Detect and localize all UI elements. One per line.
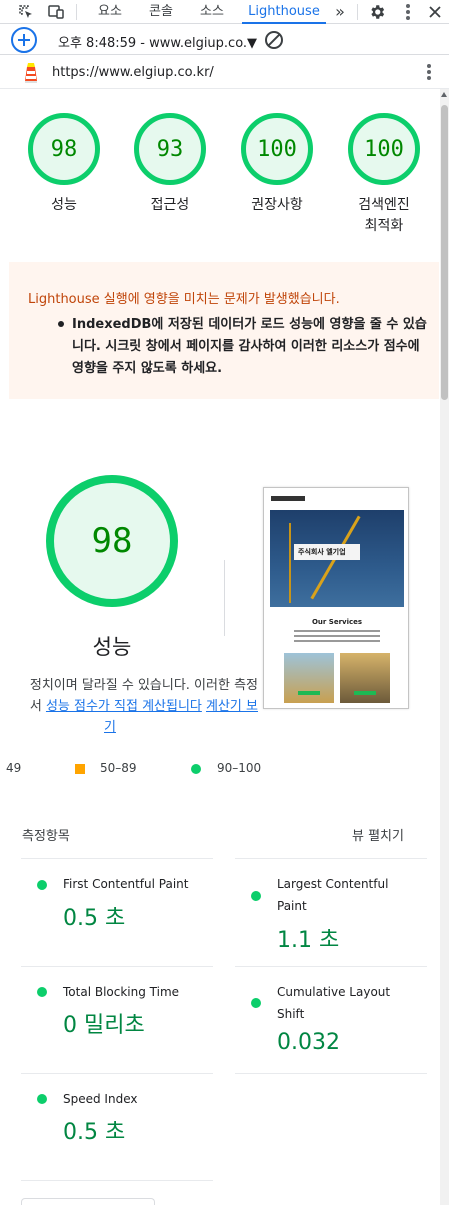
metric-si-name: Speed Index — [63, 1092, 138, 1106]
scrollbar-thumb[interactable] — [441, 105, 448, 400]
gauge-label-performance: 성능 — [51, 197, 77, 213]
divider — [235, 966, 427, 967]
report-url-bar: https://www.elgiup.co.kr/ — [0, 56, 449, 89]
thumb-button — [354, 691, 376, 695]
metric-pass-icon — [37, 1094, 47, 1104]
devtools-menu-icon[interactable] — [406, 4, 410, 22]
device-toolbar-icon[interactable] — [46, 2, 66, 22]
warning-title: Lighthouse 실행에 영향을 미치는 문제가 발생했습니다. — [28, 292, 340, 307]
thumb-text-line — [294, 635, 380, 637]
metric-pass-icon — [251, 891, 261, 901]
lighthouse-toolbar: 오후 8:48:59 - www.elgiup.co.▼ — [0, 25, 449, 55]
score-calculation-link[interactable]: 성능 점수가 직접 계산됩니다 — [46, 699, 202, 714]
divider — [235, 858, 427, 859]
warning-item: IndexedDB에 저장된 데이터가 로드 성능에 영향을 줄 수 있습니다.… — [72, 317, 427, 376]
thumb-crane — [289, 523, 291, 603]
final-screenshot-thumbnail[interactable]: 주식회사 엘기업 Our Services — [263, 487, 409, 709]
gauge-seo[interactable]: 100 — [348, 113, 420, 185]
new-report-button[interactable] — [11, 27, 37, 53]
thumb-button — [298, 691, 320, 695]
scroll-up-icon[interactable] — [441, 92, 447, 97]
metric-si-value: 0.5 초 — [63, 1120, 126, 1145]
gauge-best-practices[interactable]: 100 — [241, 113, 313, 185]
legend-pass-icon — [191, 764, 201, 774]
report-menu-icon[interactable] — [427, 64, 431, 82]
more-tabs-icon[interactable]: » — [330, 0, 350, 24]
desc-line2: 서 성능 점수가 직접 계산됩니다 계산기 보 — [30, 696, 258, 717]
metric-pass-icon — [37, 987, 47, 997]
thumb-logo — [271, 496, 305, 501]
performance-score-gauge: 98 — [46, 475, 178, 607]
thumb-service-image — [340, 653, 390, 703]
divider — [21, 966, 213, 967]
divider — [235, 1073, 427, 1074]
thumb-text-line — [294, 640, 380, 642]
metric-tbt-value: 0 밀리초 — [63, 1013, 145, 1038]
performance-title: 성능 — [92, 635, 132, 659]
calculator-link-cont[interactable]: 기 — [104, 717, 116, 737]
divider — [21, 1180, 213, 1181]
treemap-button[interactable] — [21, 1198, 155, 1205]
thumb-service-image — [284, 653, 334, 703]
tab-sources[interactable]: 소스 — [188, 0, 236, 24]
inspect-element-icon[interactable] — [16, 2, 36, 22]
toolbar-separator — [357, 4, 358, 20]
metric-fcp-value: 0.5 초 — [63, 906, 126, 931]
gauge-label-accessibility: 접근성 — [150, 197, 190, 213]
legend-fail-label: 49 — [6, 761, 22, 775]
divider — [21, 858, 213, 859]
warning-box: Lighthouse 실행에 영향을 미치는 문제가 발생했습니다. Index… — [9, 262, 439, 399]
desc-prefix: 서 — [29, 699, 46, 714]
metric-tbt-name: Total Blocking Time — [63, 985, 180, 999]
gauge-label-best-practices: 권장사항 — [251, 197, 303, 213]
divider — [21, 1073, 213, 1074]
metric-lcp-name: Largest Contentful Paint — [277, 877, 389, 913]
metric-fcp-name: First Contentful Paint — [63, 877, 189, 891]
close-devtools-icon[interactable] — [425, 2, 445, 22]
tab-console[interactable]: 콘솔 — [137, 0, 185, 24]
metric-pass-icon — [251, 998, 261, 1008]
thumb-services-heading: Our Services — [311, 618, 363, 626]
thumb-brand: 주식회사 엘기업 — [298, 548, 346, 556]
metric-lcp-value: 1.1 초 — [277, 928, 340, 953]
legend-average-icon — [75, 764, 85, 774]
desc-line1: 정치이며 달라질 수 있습니다. 이러한 측정 — [29, 678, 258, 693]
clear-reports-icon[interactable] — [265, 31, 283, 49]
metric-pass-icon — [37, 880, 47, 890]
bullet — [58, 321, 64, 327]
devtools-tabbar: 요소 콘솔 소스 Lighthouse » — [0, 0, 449, 24]
metric-cls-value: 0.032 — [277, 1030, 340, 1055]
performance-description: 정치이며 달라질 수 있습니다. 이러한 측정 서 성능 점수가 직접 계산됩니… — [0, 675, 262, 737]
lighthouse-logo-icon — [22, 61, 40, 87]
gauge-accessibility[interactable]: 93 — [134, 113, 206, 185]
thumb-text-line — [294, 630, 380, 632]
report-url: https://www.elgiup.co.kr/ — [52, 65, 214, 80]
calculator-link[interactable]: 계산기 보 — [206, 699, 258, 714]
settings-gear-icon[interactable] — [367, 2, 387, 22]
gauge-performance[interactable]: 98 — [28, 113, 100, 185]
expand-view-toggle[interactable]: 뷰 펼치기 — [352, 825, 404, 844]
divider — [224, 560, 225, 636]
toolbar-separator — [76, 4, 77, 20]
gauge-label-seo: 검색엔진 최적화 — [358, 197, 410, 234]
report-selector[interactable]: 오후 8:48:59 - www.elgiup.co.▼ — [58, 32, 257, 51]
legend-average-label: 50–89 — [100, 761, 137, 775]
thumb-brand-card: 주식회사 엘기업 — [294, 544, 360, 560]
tab-elements[interactable]: 요소 — [86, 0, 134, 24]
legend-pass-label: 90–100 — [217, 761, 262, 775]
tab-lighthouse[interactable]: Lighthouse — [242, 0, 326, 24]
metric-cls-name: Cumulative Layout Shift — [277, 985, 391, 1021]
metrics-header: 측정항목 — [22, 829, 70, 844]
